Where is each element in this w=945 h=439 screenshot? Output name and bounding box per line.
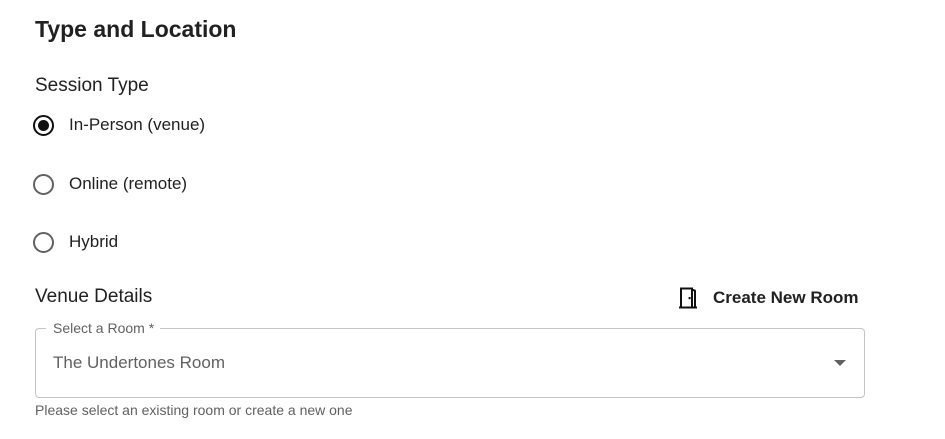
radio-label-in-person: In-Person (venue) [69,115,206,134]
radio-label-online: Online (remote) [69,174,188,193]
session-type-label: Session Type [35,75,149,96]
section-title: Type and Location [35,16,237,42]
radio-unchecked-icon[interactable] [33,231,54,253]
radio-hybrid[interactable]: Hybrid [33,228,118,256]
radio-in-person[interactable]: In-Person (venue) [33,111,205,139]
room-select-label: Select a Room * [46,319,161,337]
dropdown-arrow-icon[interactable] [834,360,846,366]
radio-unchecked-icon[interactable] [33,173,54,195]
radio-online[interactable]: Online (remote) [33,170,187,198]
create-new-room-button[interactable]: Create New Room [676,284,858,312]
room-select[interactable]: Select a Room * The Undertones Room [35,319,865,398]
door-icon [679,287,697,309]
venue-details-label: Venue Details [35,286,153,307]
room-select-value: The Undertones Room [53,353,225,372]
radio-label-hybrid: Hybrid [69,232,119,251]
radio-checked-icon[interactable] [33,114,54,136]
room-helper-text: Please select an existing room or create… [35,402,353,418]
create-new-room-label: Create New Room [713,288,859,307]
